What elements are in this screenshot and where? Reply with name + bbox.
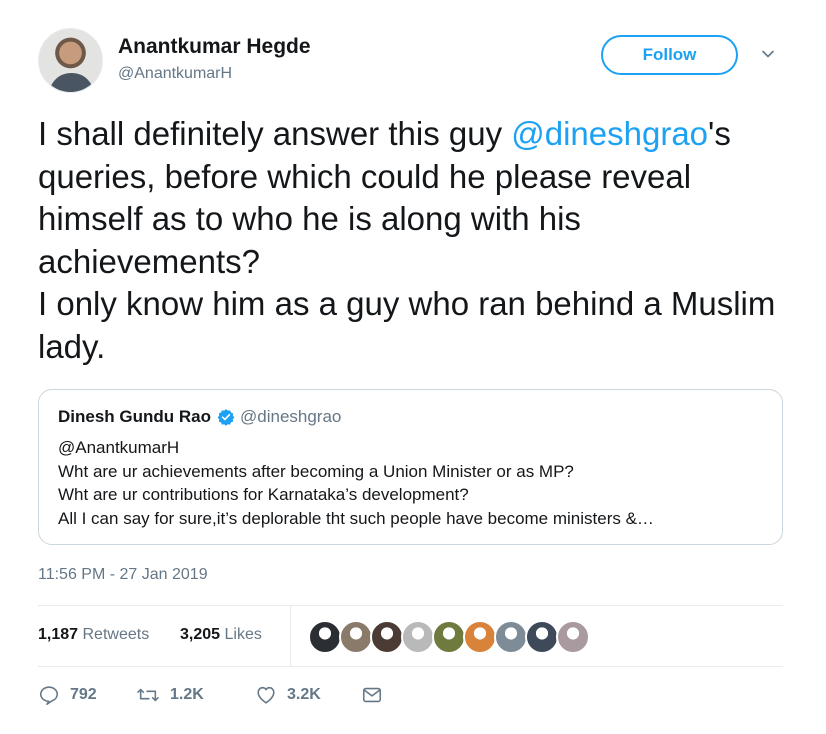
quoted-tweet-text: @AnantkumarH Wht are ur achievements aft… <box>58 436 768 530</box>
heart-icon <box>257 686 275 704</box>
tweet-text-part: I shall definitely answer this guy <box>38 115 512 152</box>
engagement-stats: 1,187 Retweets 3,205 Likes <box>38 606 783 666</box>
tweet-timestamp[interactable]: 11:56 PM - 27 Jan 2019 <box>38 566 208 584</box>
quoted-tweet-line: All I can say for sure,it’s deplorable t… <box>58 508 654 528</box>
divider <box>290 606 291 666</box>
quoted-tweet[interactable]: Dinesh Gundu Rao @dineshgrao @Anantkumar… <box>38 389 783 545</box>
retweet-count: 1.2K <box>170 686 204 703</box>
reply-count: 792 <box>70 686 97 703</box>
quoted-tweet-line: Wht are ur contributions for Karnataka’s… <box>58 485 469 504</box>
liker-avatar[interactable] <box>463 620 497 654</box>
retweet-icon <box>137 688 159 702</box>
liker-avatar[interactable] <box>525 620 559 654</box>
likes-label: Likes <box>224 626 262 643</box>
tweet-header: Anantkumar Hegde @AnantkumarH Follow <box>38 28 788 98</box>
reply-icon <box>39 686 59 705</box>
chevron-down-icon[interactable] <box>760 46 776 62</box>
reply-button[interactable]: 792 <box>38 684 97 706</box>
retweet-button[interactable]: 1.2K <box>136 684 204 706</box>
liker-avatar[interactable] <box>308 620 342 654</box>
tweet-actions: 792 1.2K 3.2K <box>38 684 438 712</box>
likes-stat[interactable]: 3,205 Likes <box>180 626 262 644</box>
retweets-count: 1,187 <box>38 626 79 643</box>
quoted-author-name: Dinesh Gundu Rao <box>58 407 211 426</box>
tweet-text: I shall definitely answer this guy @dine… <box>38 113 788 368</box>
direct-message-button[interactable] <box>361 684 393 706</box>
liker-avatar[interactable] <box>401 620 435 654</box>
author-handle[interactable]: @AnantkumarH <box>118 65 232 83</box>
liker-avatar[interactable] <box>370 620 404 654</box>
like-count: 3.2K <box>287 686 321 703</box>
quoted-author-handle: @dineshgrao <box>240 407 342 426</box>
avatar[interactable] <box>38 28 103 93</box>
divider <box>38 666 783 667</box>
liker-avatar[interactable] <box>494 620 528 654</box>
like-button[interactable]: 3.2K <box>255 684 321 706</box>
envelope-icon <box>362 687 382 703</box>
liker-avatar[interactable] <box>432 620 466 654</box>
author-name[interactable]: Anantkumar Hegde <box>118 35 311 59</box>
follow-button[interactable]: Follow <box>601 35 738 75</box>
quoted-tweet-line: Wht are ur achievements after becoming a… <box>58 461 574 481</box>
likes-count: 3,205 <box>180 626 221 643</box>
mention-link[interactable]: @dineshgrao <box>511 115 708 152</box>
quoted-tweet-header: Dinesh Gundu Rao @dineshgrao <box>58 407 341 427</box>
retweets-label: Retweets <box>82 626 150 643</box>
quoted-tweet-line: @AnantkumarH <box>58 438 180 457</box>
retweets-stat[interactable]: 1,187 Retweets <box>38 626 149 644</box>
liker-avatar[interactable] <box>556 620 590 654</box>
tweet-text-part: I only know him as a guy who ran behind … <box>38 285 776 365</box>
verified-badge-icon <box>217 409 235 426</box>
liker-avatar[interactable] <box>339 620 373 654</box>
